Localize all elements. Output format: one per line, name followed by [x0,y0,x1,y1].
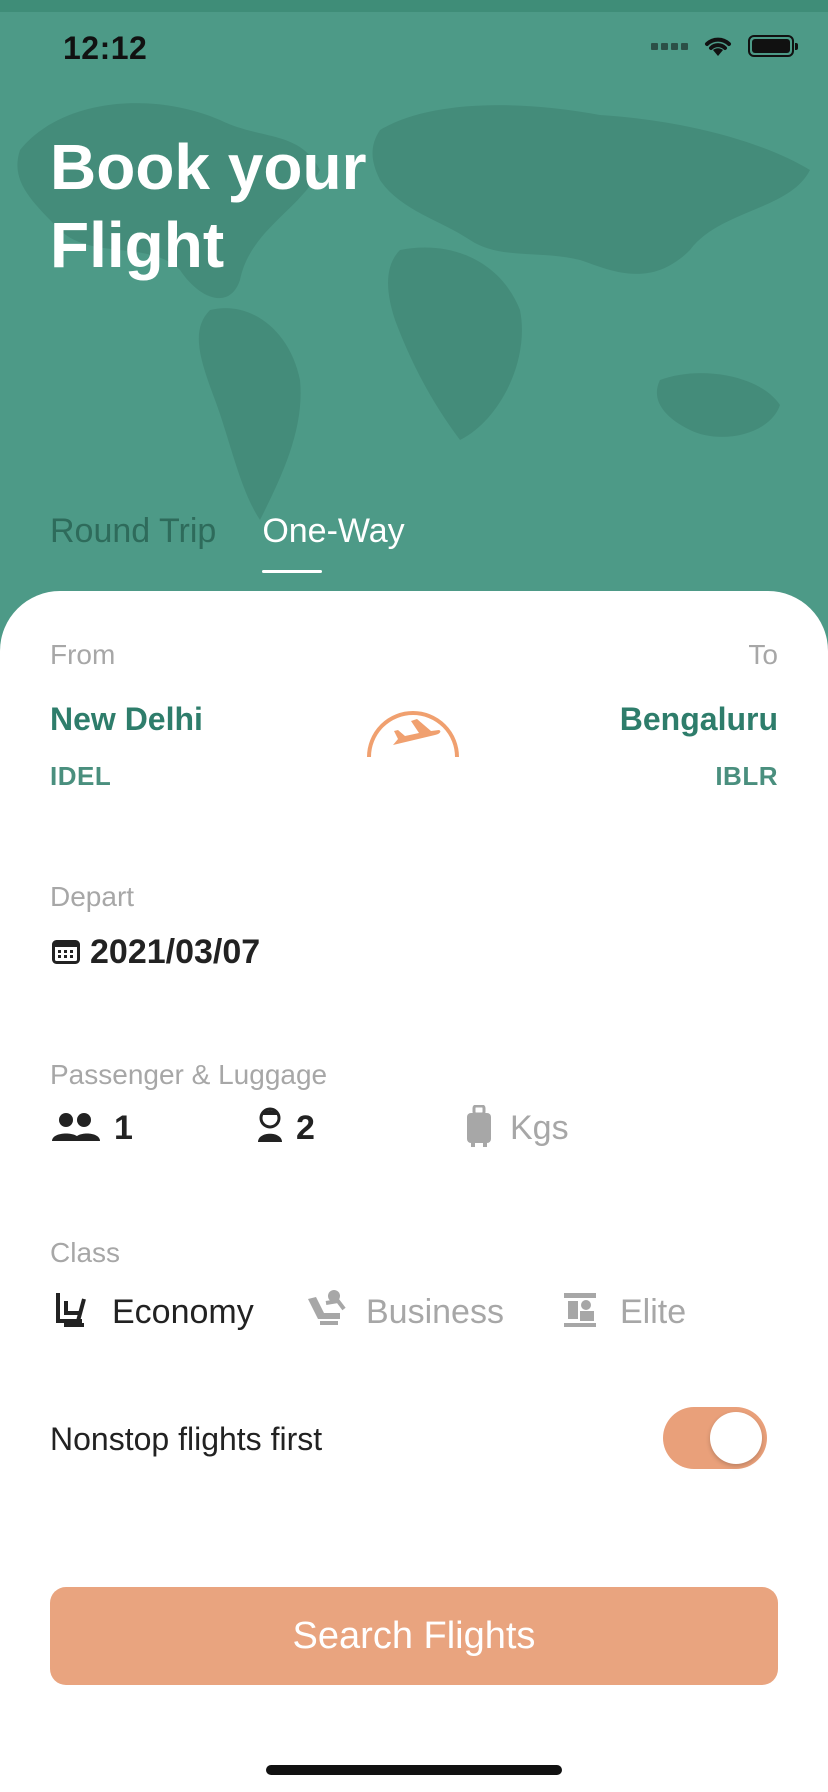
signal-icon [651,42,688,50]
tab-one-way[interactable]: One-Way [262,512,405,573]
calendar-icon [52,940,80,964]
depart-date[interactable]: 2021/03/07 [90,933,260,972]
status-time: 12:12 [63,30,148,66]
class-economy[interactable]: Economy [112,1293,254,1332]
nonstop-toggle[interactable] [663,1407,767,1469]
adults-count[interactable]: 1 [114,1109,133,1148]
header: 12:12 Book your Flight Round Trip One-Wa… [0,0,828,660]
header-top-strip [0,0,828,12]
class-business[interactable]: Business [366,1293,504,1332]
title-line-2: Flight [50,209,225,281]
children-count[interactable]: 2 [296,1109,315,1148]
child-icon [258,1107,282,1142]
booking-card: From To New Delhi Bengaluru IDEL IBLR De… [0,591,828,1792]
depart-label: Depart [50,881,135,912]
toggle-knob [710,1412,762,1464]
battery-icon [748,35,798,57]
class-elite[interactable]: Elite [620,1293,686,1332]
economy-seat-icon [56,1293,86,1327]
page-title: Book your Flight [50,128,366,284]
search-flights-button[interactable]: Search Flights [50,1587,778,1685]
luggage-icon [467,1105,491,1147]
from-code: IDEL [50,761,112,791]
from-city[interactable]: New Delhi [50,701,203,738]
to-city[interactable]: Bengaluru [620,701,778,738]
nonstop-label: Nonstop flights first [50,1421,323,1457]
title-line-1: Book your [50,131,367,203]
status-icons [651,34,798,58]
business-seat-icon [308,1290,346,1325]
plane-takeoff-icon[interactable] [365,701,461,761]
adults-icon [52,1113,100,1141]
tab-round-trip[interactable]: Round Trip [50,512,216,573]
luggage-unit[interactable]: Kgs [510,1109,569,1148]
to-label: To [748,639,778,670]
elite-seat-icon [564,1293,596,1327]
class-label: Class [50,1237,121,1268]
from-label: From [50,639,116,670]
to-code: IBLR [715,761,778,791]
passenger-luggage-label: Passenger & Luggage [50,1059,328,1090]
trip-type-tabs: Round Trip One-Way [50,512,405,573]
home-indicator [266,1765,562,1775]
wifi-icon [705,37,731,56]
